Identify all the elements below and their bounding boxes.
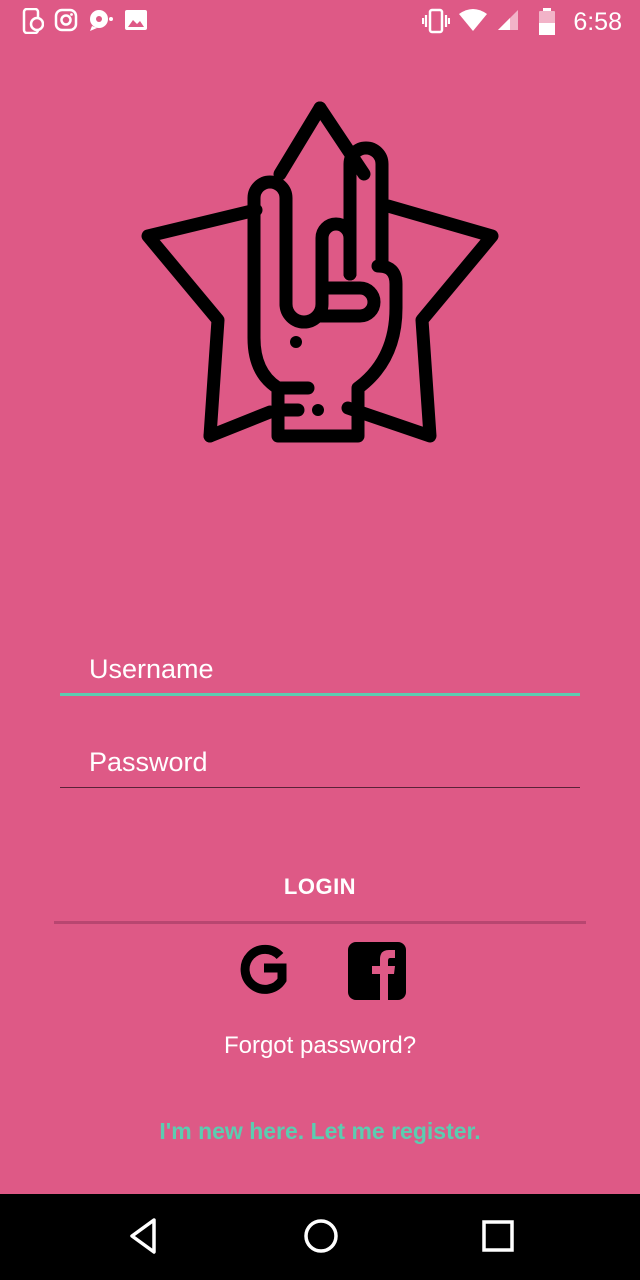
rock-hand-star-icon bbox=[141, 101, 499, 443]
signal-icon bbox=[498, 10, 518, 30]
status-bar: 6:58 bbox=[0, 0, 640, 48]
forgot-password-link[interactable]: Forgot password? bbox=[0, 1032, 640, 1060]
navigation-bar bbox=[0, 1194, 640, 1280]
wifi-icon bbox=[459, 9, 487, 31]
battery-icon bbox=[539, 8, 555, 35]
username-input[interactable] bbox=[60, 646, 580, 696]
login-screen: 6:58 LOGIN Forgot pass bbox=[0, 0, 640, 1280]
status-time: 6:58 bbox=[573, 8, 622, 36]
google-icon[interactable] bbox=[236, 942, 290, 998]
instagram-icon bbox=[54, 8, 78, 32]
login-button[interactable]: LOGIN bbox=[54, 852, 586, 924]
home-icon[interactable] bbox=[301, 1214, 341, 1258]
password-input[interactable] bbox=[60, 738, 580, 788]
vibrate-icon bbox=[422, 8, 450, 34]
chat-icon bbox=[90, 10, 113, 31]
register-link[interactable]: I'm new here. Let me register. bbox=[0, 1118, 640, 1145]
phone-sync-icon bbox=[22, 8, 44, 34]
image-icon bbox=[125, 10, 147, 30]
facebook-icon[interactable] bbox=[348, 942, 406, 1000]
back-icon[interactable] bbox=[126, 1214, 160, 1258]
recents-icon[interactable] bbox=[480, 1214, 516, 1258]
